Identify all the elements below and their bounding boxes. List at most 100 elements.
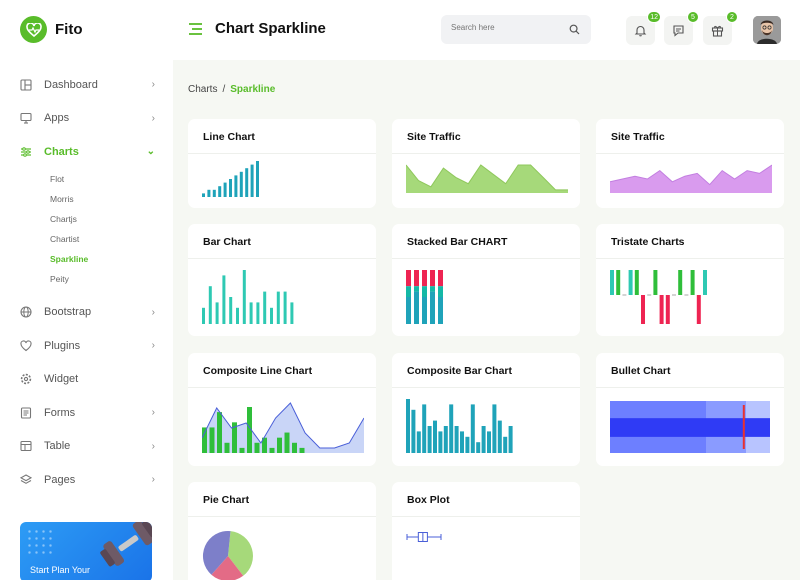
bar (427, 426, 432, 453)
sidebar-item-plugins[interactable]: Plugins › (0, 329, 173, 363)
bar (460, 431, 464, 453)
bar (476, 442, 481, 453)
bar (202, 193, 205, 197)
sidebar-item-apps[interactable]: Apps › (0, 102, 173, 136)
composite-bar (284, 432, 290, 453)
tristate-bar-positive (634, 270, 639, 295)
stacked-segment (430, 291, 435, 324)
submenu-item-chartjs[interactable]: Chartjs (50, 209, 173, 229)
dot-pattern (26, 528, 52, 554)
tristate-bar-positive (678, 270, 683, 295)
sidebar-item-bootstrap[interactable]: Bootstrap › (0, 296, 173, 330)
card-pie: Pie Chart (188, 482, 376, 580)
divider (392, 258, 580, 259)
stacked-segment (422, 286, 427, 297)
composite-line-sparkline (202, 402, 364, 453)
layers-icon (20, 474, 32, 486)
bar (245, 168, 249, 197)
sidebar-item-widget[interactable]: Widget (0, 363, 173, 397)
composite-bar (239, 447, 245, 453)
gifts-button[interactable]: 2 (703, 11, 738, 45)
tristate-bar-zero (622, 294, 627, 296)
tristate-bar-positive (653, 270, 658, 295)
divider (392, 153, 580, 154)
divider (392, 516, 580, 517)
bar (406, 399, 410, 453)
bar (411, 409, 416, 453)
tristate-bar-negative (659, 295, 664, 324)
sidebar-item-label: Charts (44, 145, 79, 158)
composite-bar (269, 447, 275, 453)
notifications-button[interactable]: 12 (626, 11, 661, 45)
bar (422, 404, 427, 453)
promo-card[interactable]: Start Plan Your (20, 522, 152, 580)
bar (416, 431, 421, 453)
composite-bar (217, 412, 222, 453)
chevron-right-icon: › (151, 474, 155, 485)
messages-badge: 5 (687, 11, 699, 23)
divider (392, 387, 580, 388)
sidebar-item-charts[interactable]: Charts ⌄ (0, 135, 173, 169)
stacked-segment (430, 270, 435, 287)
bar (239, 171, 243, 197)
submenu-item-flot[interactable]: Flot (50, 169, 173, 189)
divider (188, 258, 376, 259)
sidebar-item-dashboard[interactable]: Dashboard › (0, 68, 173, 102)
sidebar-item-forms[interactable]: Forms › (0, 396, 173, 430)
card-title: Site Traffic (611, 131, 665, 143)
tristate-bar-negative (665, 295, 670, 324)
card-composite-bar: Composite Bar Chart (392, 353, 580, 466)
tristate-bar-positive (690, 270, 695, 295)
stacked-segment (430, 286, 435, 292)
dashboard-icon (20, 79, 32, 91)
search-icon[interactable] (569, 24, 580, 35)
card-title: Line Chart (203, 131, 255, 143)
page-title: Chart Sparkline (215, 20, 326, 37)
card-line-chart: Line Chart (188, 119, 376, 208)
card-bullet: Bullet Chart (596, 353, 784, 466)
bar (481, 426, 486, 453)
monitor-icon (20, 112, 32, 124)
divider (188, 153, 376, 154)
tristate-bar-positive (616, 270, 621, 295)
bar (487, 431, 491, 453)
sidebar-item-label: Dashboard (44, 78, 98, 91)
bar (249, 302, 253, 324)
stacked-bar-sparkline (406, 270, 443, 324)
sidebar-item-pages[interactable]: Pages › (0, 463, 173, 497)
sidebar-item-table[interactable]: Table › (0, 430, 173, 464)
box-plot-sparkline (406, 532, 442, 542)
brand[interactable]: Fito (20, 16, 83, 43)
search-input[interactable] (451, 23, 561, 32)
chevron-right-icon: › (151, 340, 155, 351)
card-box-plot: Box Plot (392, 482, 580, 580)
submenu-item-peity[interactable]: Peity (50, 269, 173, 289)
bar (256, 302, 260, 324)
tristate-bar-negative (641, 295, 645, 324)
avatar[interactable] (753, 16, 781, 44)
globe-icon (20, 306, 32, 318)
tristate-bar-positive (610, 270, 614, 295)
hamburger-menu-icon[interactable] (189, 22, 202, 36)
messages-button[interactable]: 5 (664, 11, 699, 45)
submenu-item-sparkline[interactable]: Sparkline (50, 249, 173, 269)
bullet-value-bar (610, 418, 770, 437)
chevron-right-icon: › (151, 79, 155, 90)
bar (433, 420, 437, 453)
stacked-segment (414, 286, 419, 292)
composite-bar (202, 427, 207, 453)
bar (276, 291, 280, 324)
bar (208, 286, 212, 324)
submenu-item-chartist[interactable]: Chartist (50, 229, 173, 249)
submenu-item-morris[interactable]: Morris (50, 189, 173, 209)
stacked-segment (438, 270, 443, 287)
breadcrumb-parent[interactable]: Charts (188, 84, 217, 95)
search-box (441, 15, 591, 44)
bar (229, 179, 232, 197)
chat-icon (673, 25, 684, 37)
tristate-bar-positive (703, 270, 707, 295)
bar (242, 270, 246, 324)
bar (222, 275, 226, 324)
bar (215, 302, 219, 324)
divider (188, 387, 376, 388)
